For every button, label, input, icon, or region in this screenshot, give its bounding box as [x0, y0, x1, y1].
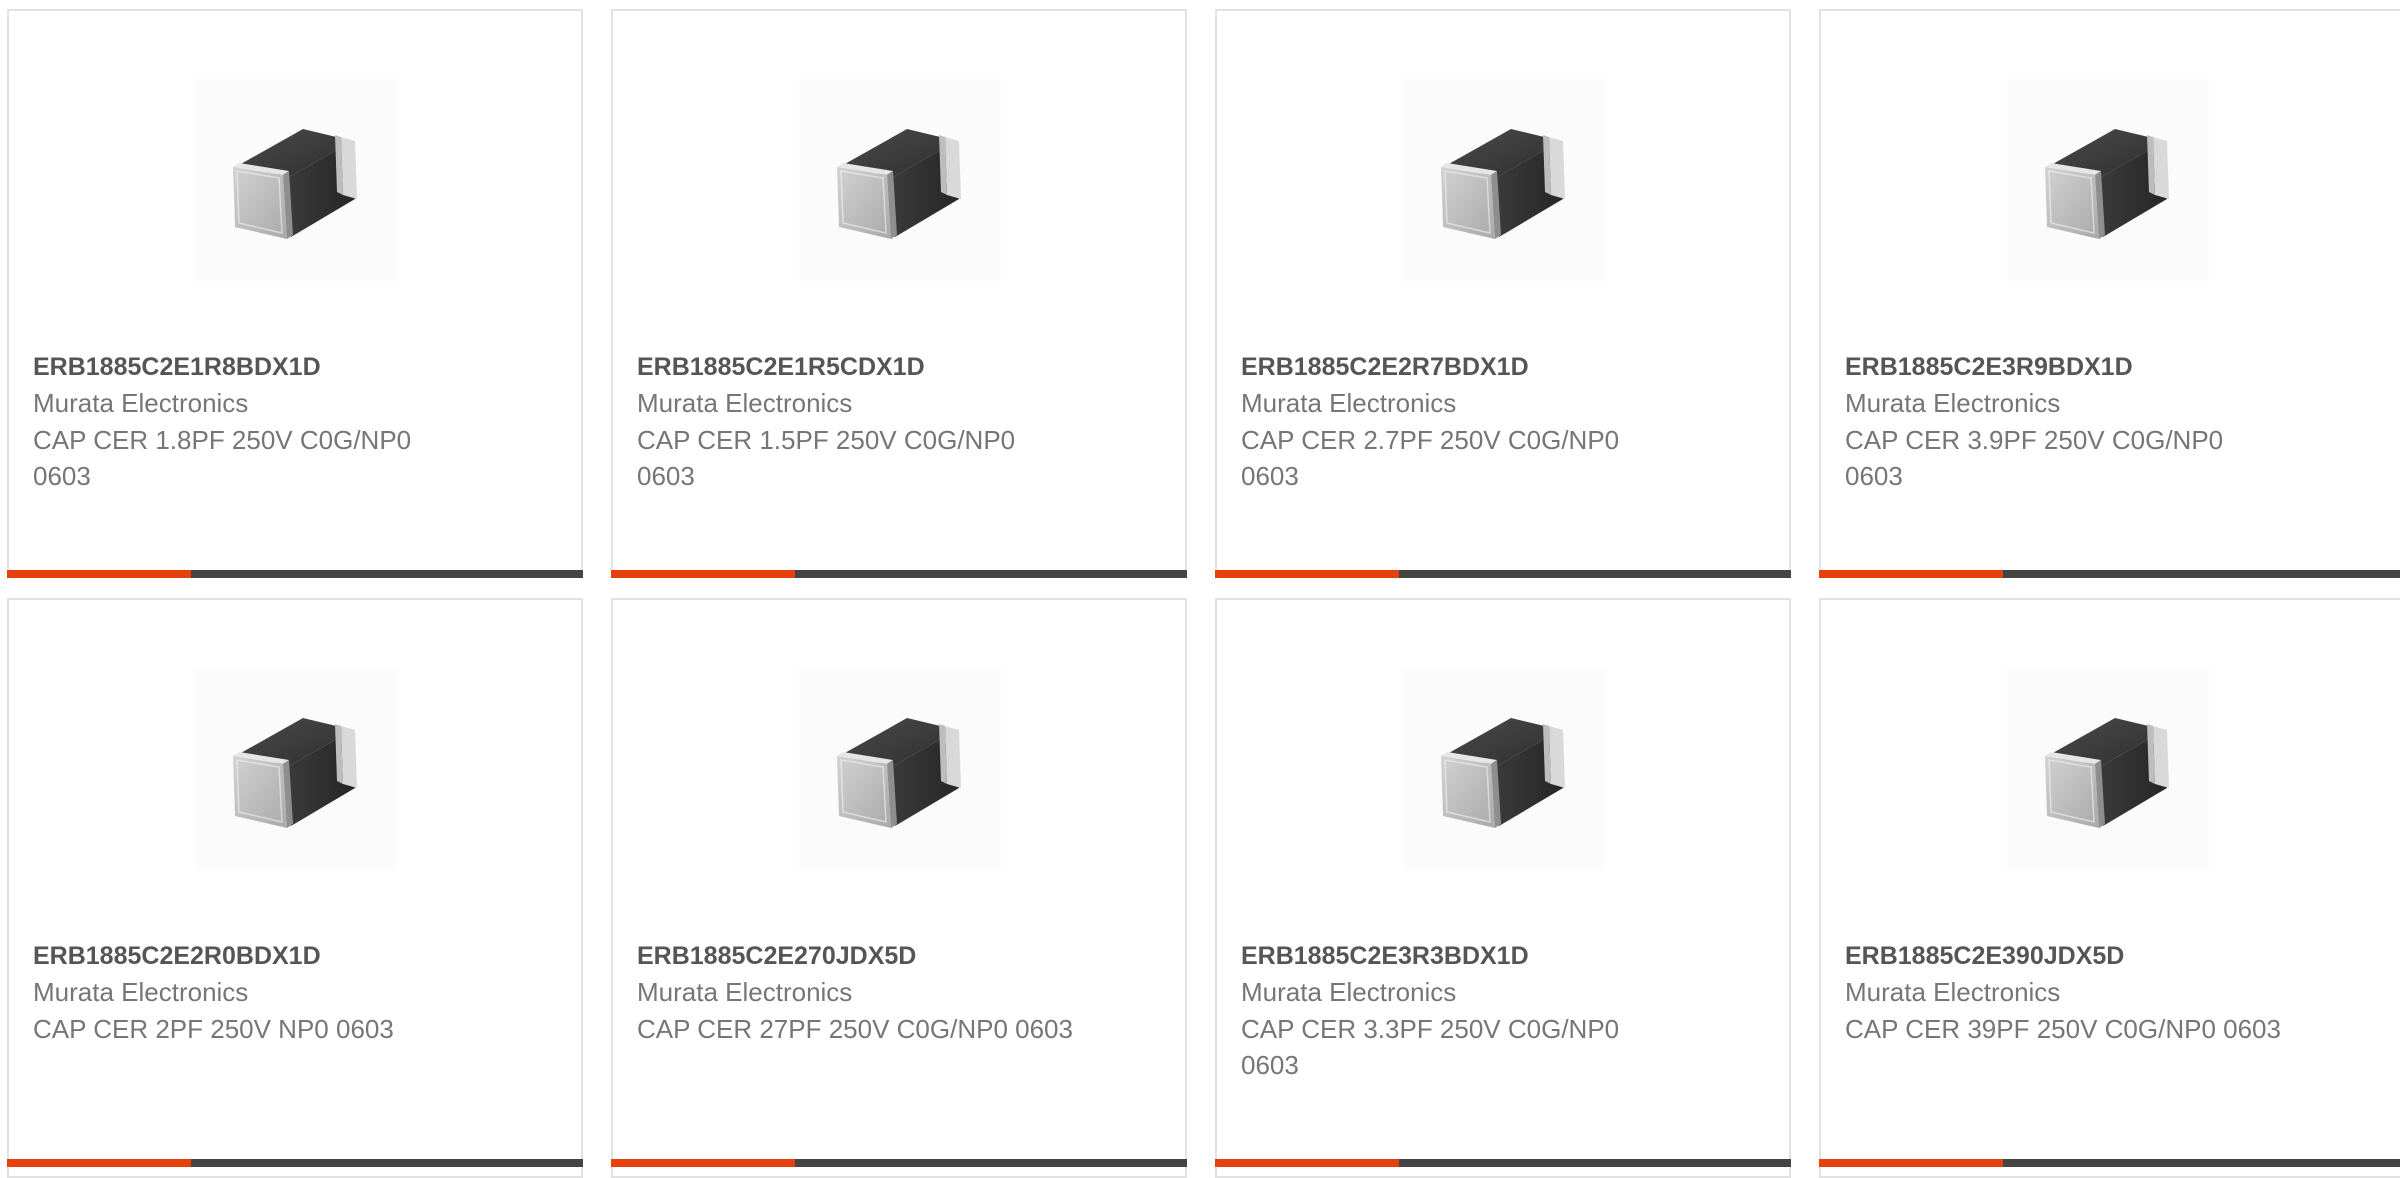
- part-number-link[interactable]: ERB1885C2E1R8BDX1D: [33, 349, 561, 385]
- card-bottom-bar: [611, 570, 1187, 578]
- card-accent-stripe: [1215, 570, 1399, 578]
- card-accent-stripe: [611, 1159, 795, 1167]
- manufacturer-name: Murata Electronics: [1241, 977, 1457, 1007]
- product-card[interactable]: ERB1885C2E270JDX5D Murata Electronics CA…: [611, 598, 1187, 1178]
- product-card[interactable]: ERB1885C2E3R3BDX1D Murata Electronics CA…: [1215, 598, 1791, 1178]
- card-bottom-bar: [1215, 570, 1791, 578]
- ceramic-capacitor-chip-icon: [232, 717, 358, 829]
- manufacturer-name: Murata Electronics: [637, 977, 853, 1007]
- product-info: ERB1885C2E3R9BDX1D Murata Electronics CA…: [1845, 349, 2380, 494]
- manufacturer-name: Murata Electronics: [1845, 977, 2061, 1007]
- product-description: CAP CER 3.3PF 250V C0G/NP0 0603: [1241, 1014, 1620, 1080]
- product-image[interactable]: [2007, 79, 2209, 281]
- product-description: CAP CER 39PF 250V C0G/NP0 0603: [1845, 1014, 2281, 1044]
- manufacturer-name: Murata Electronics: [33, 388, 249, 418]
- manufacturer-name: Murata Electronics: [1241, 388, 1457, 418]
- product-card[interactable]: ERB1885C2E2R7BDX1D Murata Electronics CA…: [1215, 9, 1791, 578]
- part-number-link[interactable]: ERB1885C2E3R3BDX1D: [1241, 938, 1769, 974]
- product-description: CAP CER 1.5PF 250V C0G/NP0 0603: [637, 425, 1016, 491]
- card-accent-stripe: [1819, 570, 2003, 578]
- part-number-link[interactable]: ERB1885C2E2R7BDX1D: [1241, 349, 1769, 385]
- card-accent-stripe: [7, 570, 191, 578]
- manufacturer-name: Murata Electronics: [1845, 388, 2061, 418]
- card-accent-stripe: [7, 1159, 191, 1167]
- part-number-link[interactable]: ERB1885C2E2R0BDX1D: [33, 938, 561, 974]
- product-image[interactable]: [195, 668, 397, 870]
- product-grid: ERB1885C2E1R8BDX1D Murata Electronics CA…: [0, 0, 2400, 1178]
- product-info: ERB1885C2E2R0BDX1D Murata Electronics CA…: [33, 938, 561, 1047]
- card-bottom-bar: [1819, 570, 2400, 578]
- ceramic-capacitor-chip-icon: [2044, 717, 2170, 829]
- card-accent-stripe: [611, 570, 795, 578]
- card-accent-stripe: [1215, 1159, 1399, 1167]
- manufacturer-name: Murata Electronics: [637, 388, 853, 418]
- card-accent-stripe: [1819, 1159, 2003, 1167]
- product-card[interactable]: ERB1885C2E1R8BDX1D Murata Electronics CA…: [7, 9, 583, 578]
- product-info: ERB1885C2E1R5CDX1D Murata Electronics CA…: [637, 349, 1165, 494]
- product-info: ERB1885C2E2R7BDX1D Murata Electronics CA…: [1241, 349, 1769, 494]
- ceramic-capacitor-chip-icon: [2044, 128, 2170, 240]
- product-description: CAP CER 2.7PF 250V C0G/NP0 0603: [1241, 425, 1620, 491]
- part-number-link[interactable]: ERB1885C2E3R9BDX1D: [1845, 349, 2380, 385]
- ceramic-capacitor-chip-icon: [1440, 128, 1566, 240]
- product-card[interactable]: ERB1885C2E1R5CDX1D Murata Electronics CA…: [611, 9, 1187, 578]
- card-bottom-bar: [1215, 1159, 1791, 1167]
- card-bottom-bar: [7, 1159, 583, 1167]
- product-description: CAP CER 27PF 250V C0G/NP0 0603: [637, 1014, 1073, 1044]
- product-image[interactable]: [799, 79, 1001, 281]
- product-image[interactable]: [1403, 79, 1605, 281]
- product-info: ERB1885C2E390JDX5D Murata Electronics CA…: [1845, 938, 2380, 1047]
- part-number-link[interactable]: ERB1885C2E1R5CDX1D: [637, 349, 1165, 385]
- part-number-link[interactable]: ERB1885C2E390JDX5D: [1845, 938, 2380, 974]
- ceramic-capacitor-chip-icon: [1440, 717, 1566, 829]
- product-image[interactable]: [799, 668, 1001, 870]
- product-description: CAP CER 1.8PF 250V C0G/NP0 0603: [33, 425, 412, 491]
- ceramic-capacitor-chip-icon: [232, 128, 358, 240]
- product-card[interactable]: ERB1885C2E390JDX5D Murata Electronics CA…: [1819, 598, 2400, 1178]
- ceramic-capacitor-chip-icon: [836, 717, 962, 829]
- part-number-link[interactable]: ERB1885C2E270JDX5D: [637, 938, 1165, 974]
- product-description: CAP CER 3.9PF 250V C0G/NP0 0603: [1845, 425, 2224, 491]
- card-bottom-bar: [7, 570, 583, 578]
- manufacturer-name: Murata Electronics: [33, 977, 249, 1007]
- ceramic-capacitor-chip-icon: [836, 128, 962, 240]
- product-info: ERB1885C2E3R3BDX1D Murata Electronics CA…: [1241, 938, 1769, 1083]
- product-image[interactable]: [1403, 668, 1605, 870]
- product-info: ERB1885C2E270JDX5D Murata Electronics CA…: [637, 938, 1165, 1047]
- product-image[interactable]: [2007, 668, 2209, 870]
- product-card[interactable]: ERB1885C2E2R0BDX1D Murata Electronics CA…: [7, 598, 583, 1178]
- product-image[interactable]: [195, 79, 397, 281]
- card-bottom-bar: [611, 1159, 1187, 1167]
- product-description: CAP CER 2PF 250V NP0 0603: [33, 1014, 394, 1044]
- product-card[interactable]: ERB1885C2E3R9BDX1D Murata Electronics CA…: [1819, 9, 2400, 578]
- product-info: ERB1885C2E1R8BDX1D Murata Electronics CA…: [33, 349, 561, 494]
- card-bottom-bar: [1819, 1159, 2400, 1167]
